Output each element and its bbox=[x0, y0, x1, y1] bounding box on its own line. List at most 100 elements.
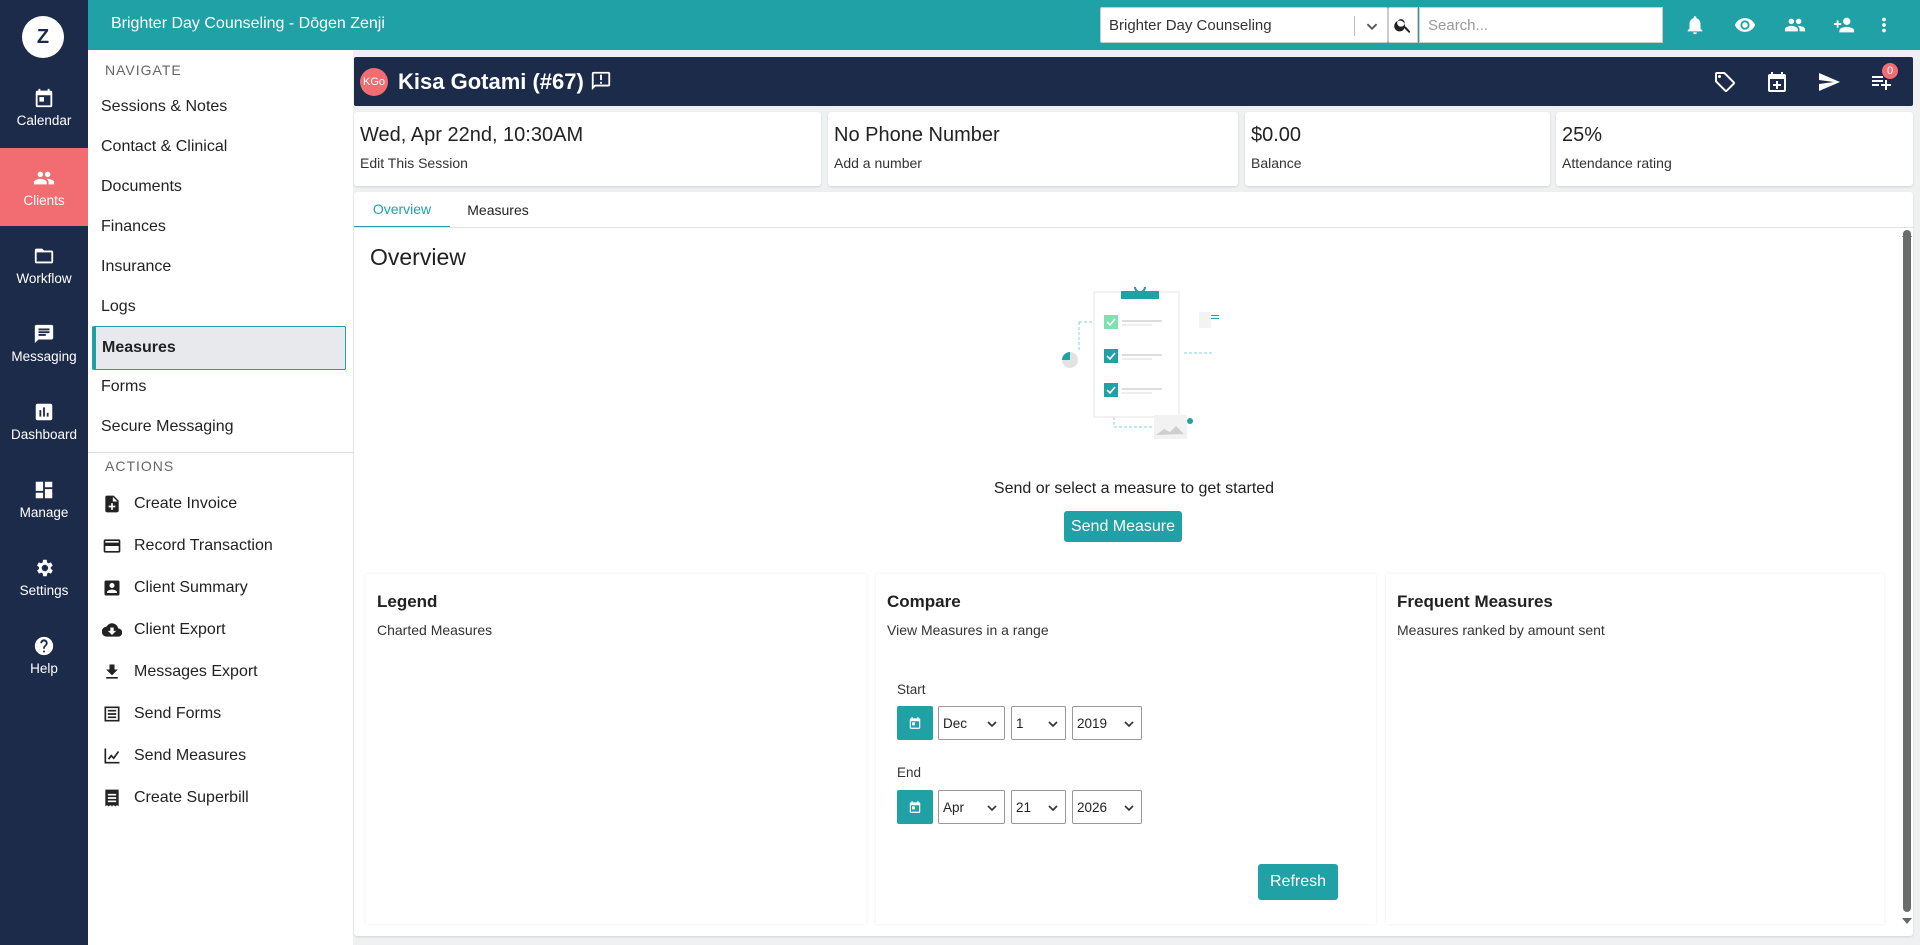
chat-icon[interactable] bbox=[590, 70, 612, 92]
rail-item-clients[interactable]: Clients bbox=[0, 148, 88, 226]
session-card[interactable]: Wed, Apr 22nd, 10:30AM Edit This Session bbox=[354, 112, 821, 186]
rail-label: Clients bbox=[23, 192, 65, 208]
tags-button[interactable] bbox=[1713, 70, 1737, 94]
client-header: KGo Kisa Gotami (#67) 0 bbox=[354, 57, 1913, 106]
action-messages-export[interactable]: Messages Export bbox=[88, 652, 353, 692]
view-as-button[interactable] bbox=[1732, 12, 1758, 38]
attendance-value: 25% bbox=[1562, 124, 1603, 146]
tab-overview[interactable]: Overview bbox=[354, 192, 450, 228]
client-name: Kisa Gotami (#67) bbox=[398, 69, 584, 94]
calendar-icon bbox=[909, 717, 921, 729]
phone-number: No Phone Number bbox=[834, 124, 1000, 146]
end-date-picker-button[interactable] bbox=[897, 790, 933, 824]
add-number-link[interactable]: Add a number bbox=[834, 155, 922, 171]
clients-icon bbox=[33, 171, 55, 184]
top-bar: Brighter Day Counseling - Dōgen Zenji Br… bbox=[88, 0, 1920, 50]
end-label: End bbox=[897, 765, 922, 780]
edit-session-link[interactable]: Edit This Session bbox=[360, 155, 468, 171]
clients-list-button[interactable] bbox=[1782, 12, 1808, 38]
start-month-select[interactable]: Dec bbox=[938, 706, 1005, 740]
chevron-down-icon bbox=[1124, 805, 1134, 812]
invoice-add-icon bbox=[105, 495, 119, 513]
task-count-badge: 0 bbox=[1882, 63, 1898, 79]
compare-card: Compare View Measures in a range Start D… bbox=[876, 574, 1376, 924]
rail-label: Calendar bbox=[16, 112, 72, 128]
balance-card: $0.00 Balance bbox=[1245, 112, 1550, 186]
search-button[interactable] bbox=[1388, 7, 1418, 43]
action-create-invoice[interactable]: Create Invoice bbox=[88, 484, 353, 524]
phone-card[interactable]: No Phone Number Add a number bbox=[828, 112, 1238, 186]
action-label: Send Measures bbox=[134, 747, 247, 764]
avatar: KGo bbox=[360, 68, 388, 96]
navigate-header: NAVIGATE bbox=[105, 62, 182, 78]
action-client-summary[interactable]: Client Summary bbox=[88, 568, 353, 608]
nav-item-contact-clinical[interactable]: Contact & Clinical bbox=[88, 127, 353, 167]
action-send-forms[interactable]: Send Forms bbox=[88, 694, 353, 734]
rail-item-help[interactable]: Help bbox=[0, 616, 88, 694]
legend-subtitle: Charted Measures bbox=[377, 622, 493, 638]
refresh-button[interactable]: Refresh bbox=[1258, 864, 1338, 900]
scroll-down-arrow[interactable] bbox=[1902, 918, 1912, 924]
rail-item-workflow[interactable]: Workflow bbox=[0, 226, 88, 304]
end-day-value: 21 bbox=[1016, 800, 1032, 815]
rail-label: Dashboard bbox=[10, 426, 78, 442]
nav-item-finances[interactable]: Finances bbox=[88, 207, 353, 247]
app-title: Brighter Day Counseling - Dōgen Zenji bbox=[111, 15, 385, 32]
send-icon bbox=[1819, 73, 1840, 91]
start-label: Start bbox=[897, 682, 926, 697]
bell-icon bbox=[1687, 16, 1703, 35]
rail-label: Workflow bbox=[16, 270, 72, 286]
schedule-session-button[interactable] bbox=[1765, 70, 1789, 94]
cloud-download-icon bbox=[102, 623, 122, 637]
send-measure-button[interactable]: Send Measure bbox=[1064, 511, 1182, 542]
search-input[interactable] bbox=[1419, 7, 1663, 43]
nav-item-sessions-notes[interactable]: Sessions & Notes bbox=[88, 87, 353, 127]
help-icon bbox=[34, 636, 54, 655]
end-year-select[interactable]: 2026 bbox=[1072, 790, 1142, 824]
more-menu-button[interactable] bbox=[1871, 12, 1897, 38]
rail-item-manage[interactable]: Manage bbox=[0, 460, 88, 538]
overview-title: Overview bbox=[370, 244, 466, 270]
calendar-icon bbox=[35, 88, 53, 107]
start-year-select[interactable]: 2019 bbox=[1072, 706, 1142, 740]
balance-value: $0.00 bbox=[1251, 124, 1302, 146]
people-icon bbox=[1784, 18, 1806, 32]
rail-item-messaging[interactable]: Messaging bbox=[0, 304, 88, 382]
action-label: Client Summary bbox=[134, 579, 248, 596]
notifications-button[interactable] bbox=[1682, 12, 1708, 38]
nav-item-logs[interactable]: Logs bbox=[88, 287, 353, 327]
chevron-down-icon bbox=[1124, 721, 1134, 728]
tab-measures[interactable]: Measures bbox=[450, 192, 546, 228]
rail-item-calendar[interactable]: Calendar bbox=[0, 68, 88, 146]
action-client-export[interactable]: Client Export bbox=[88, 610, 353, 650]
end-day-select[interactable]: 21 bbox=[1011, 790, 1066, 824]
organization-select[interactable]: Brighter Day Counseling bbox=[1100, 7, 1388, 43]
receipt-icon bbox=[105, 789, 119, 807]
nav-item-insurance[interactable]: Insurance bbox=[88, 247, 353, 287]
rail-item-dashboard[interactable]: Dashboard bbox=[0, 382, 88, 460]
app-logo[interactable]: Z bbox=[22, 16, 64, 58]
rail-label: Help bbox=[30, 660, 58, 676]
start-day-select[interactable]: 1 bbox=[1011, 706, 1066, 740]
start-year-value: 2019 bbox=[1077, 716, 1108, 731]
rail-label: Messaging bbox=[11, 348, 77, 364]
nav-item-measures[interactable]: Measures bbox=[92, 326, 346, 370]
action-send-measures[interactable]: Send Measures bbox=[88, 736, 353, 776]
start-date-picker-button[interactable] bbox=[897, 706, 933, 740]
action-label: Record Transaction bbox=[134, 537, 273, 554]
eye-icon bbox=[1734, 18, 1756, 32]
start-month-value: Dec bbox=[943, 716, 968, 731]
end-month-select[interactable]: Apr bbox=[938, 790, 1005, 824]
legend-title: Legend bbox=[377, 592, 438, 611]
action-create-superbill[interactable]: Create Superbill bbox=[88, 778, 353, 818]
nav-item-secure-messaging[interactable]: Secure Messaging bbox=[88, 407, 353, 447]
rail-item-settings[interactable]: Settings bbox=[0, 538, 88, 616]
legend-card: Legend Charted Measures bbox=[366, 574, 866, 924]
send-button[interactable] bbox=[1817, 70, 1841, 94]
add-client-button[interactable] bbox=[1831, 12, 1857, 38]
action-record-transaction[interactable]: Record Transaction bbox=[88, 526, 353, 566]
nav-item-forms[interactable]: Forms bbox=[88, 367, 353, 407]
nav-item-documents[interactable]: Documents bbox=[88, 167, 353, 207]
gear-icon bbox=[37, 559, 53, 576]
scrollbar-thumb[interactable] bbox=[1903, 230, 1911, 912]
